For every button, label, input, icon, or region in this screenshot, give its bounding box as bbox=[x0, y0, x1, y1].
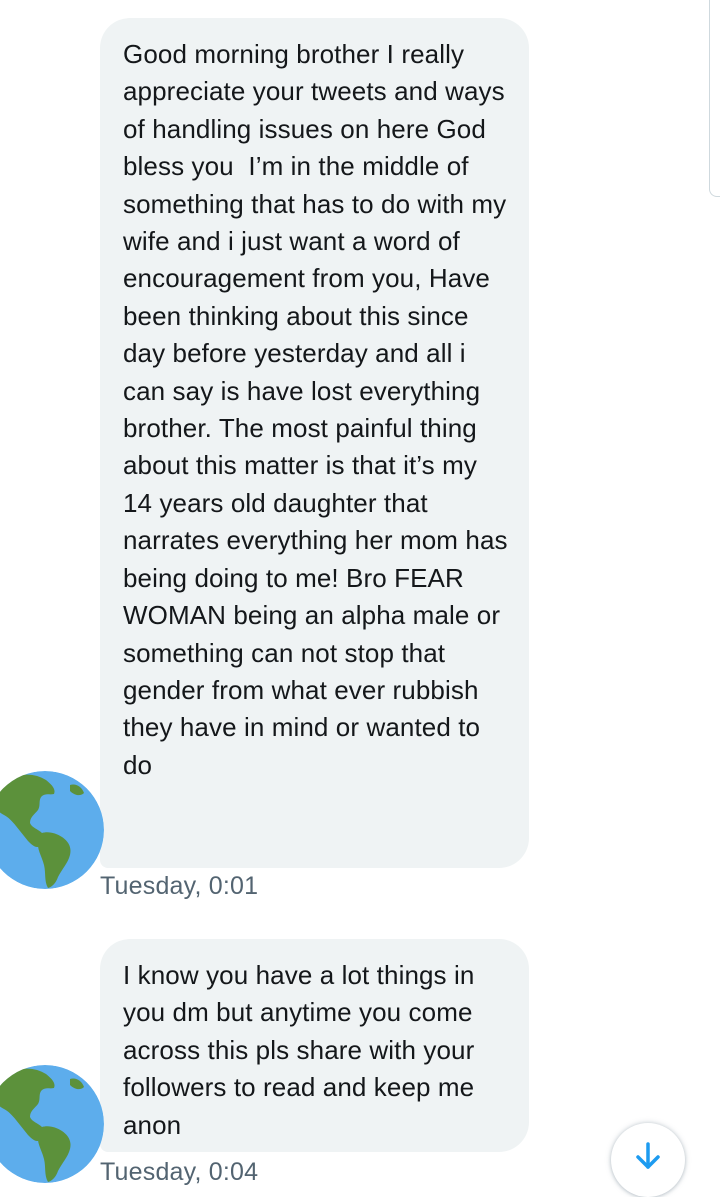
message-bubble[interactable]: Good morning brother I really appreciate… bbox=[100, 18, 529, 868]
message-timestamp: Tuesday, 0:01 bbox=[100, 872, 259, 900]
message-bubble[interactable]: I know you have a lot things in you dm b… bbox=[100, 939, 529, 1152]
arrow-down-icon bbox=[636, 1142, 660, 1169]
scrollbar-edge[interactable] bbox=[709, 0, 720, 197]
scroll-to-bottom-button[interactable] bbox=[611, 1123, 685, 1197]
globe-americas-icon[interactable] bbox=[0, 771, 104, 889]
dm-conversation: Good morning brother I really appreciate… bbox=[0, 0, 720, 1197]
globe-americas-icon[interactable] bbox=[0, 1065, 104, 1183]
